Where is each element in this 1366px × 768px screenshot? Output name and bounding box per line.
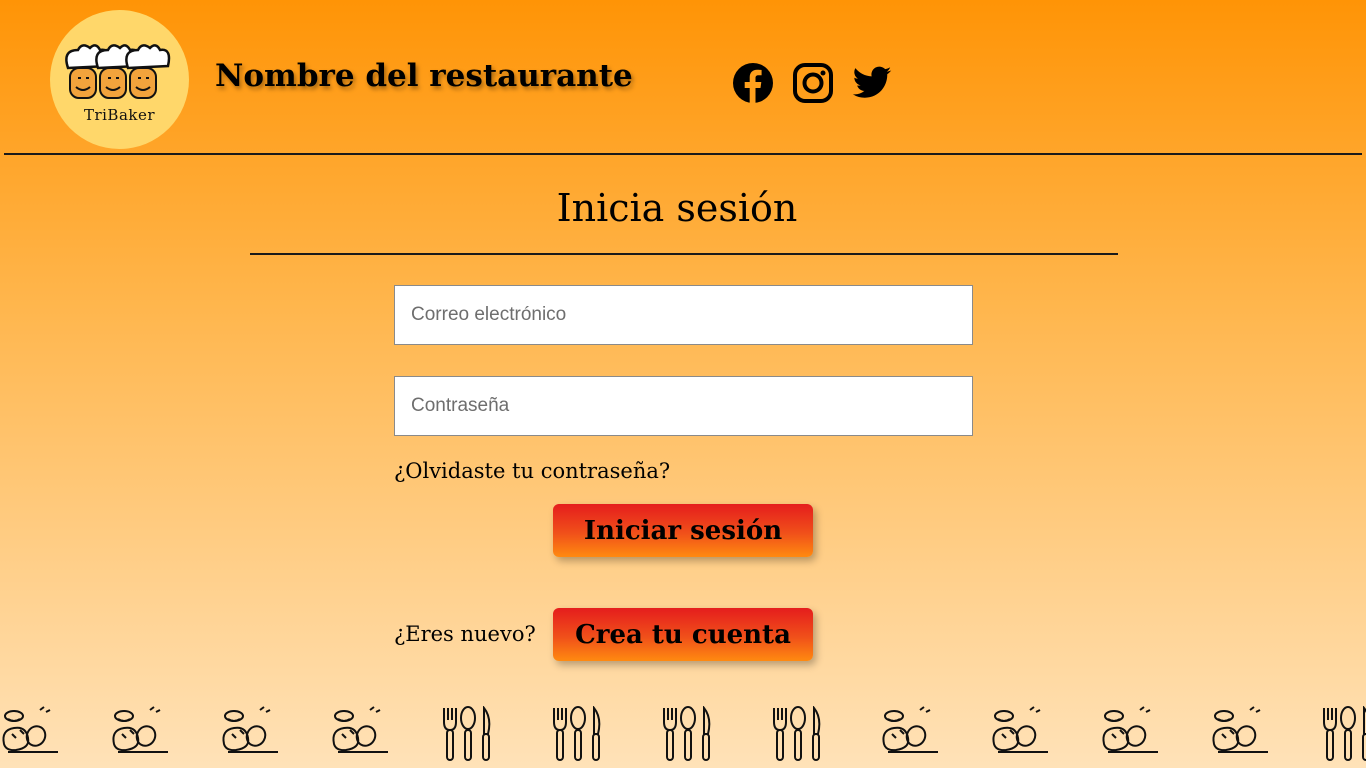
instagram-icon[interactable] [792, 62, 834, 104]
email-field[interactable] [394, 285, 973, 345]
facebook-icon[interactable] [732, 62, 774, 104]
login-title: Inicia sesión [556, 186, 798, 230]
chef-hats-icon [65, 44, 171, 99]
cooking-icon [2, 706, 58, 753]
cooking-icon [222, 706, 278, 753]
new-user-label: ¿Eres nuevo? [394, 622, 536, 646]
header-divider [4, 153, 1362, 155]
cooking-icon [332, 706, 388, 753]
cooking-icon [1212, 706, 1268, 753]
footer-pattern [0, 706, 1366, 768]
create-account-button[interactable]: Crea tu cuenta [553, 608, 813, 661]
cutlery-icon [443, 706, 491, 761]
cooking-icon [882, 706, 938, 753]
forgot-password-link[interactable]: ¿Olvidaste tu contraseña? [394, 459, 670, 483]
cooking-icon [1102, 706, 1158, 753]
twitter-icon[interactable] [851, 62, 893, 104]
cutlery-icon [553, 706, 601, 761]
restaurant-name: Nombre del restaurante [215, 58, 633, 94]
login-button[interactable]: Iniciar sesión [553, 504, 813, 557]
cutlery-icon [773, 706, 821, 761]
cutlery-icon [1323, 706, 1366, 761]
restaurant-logo[interactable]: TriBaker [50, 10, 189, 149]
logo-text: TriBaker [83, 106, 156, 124]
login-divider [250, 253, 1118, 255]
cutlery-icon [663, 706, 711, 761]
password-field[interactable] [394, 376, 973, 436]
cooking-icon [112, 706, 168, 753]
cooking-icon [992, 706, 1048, 753]
